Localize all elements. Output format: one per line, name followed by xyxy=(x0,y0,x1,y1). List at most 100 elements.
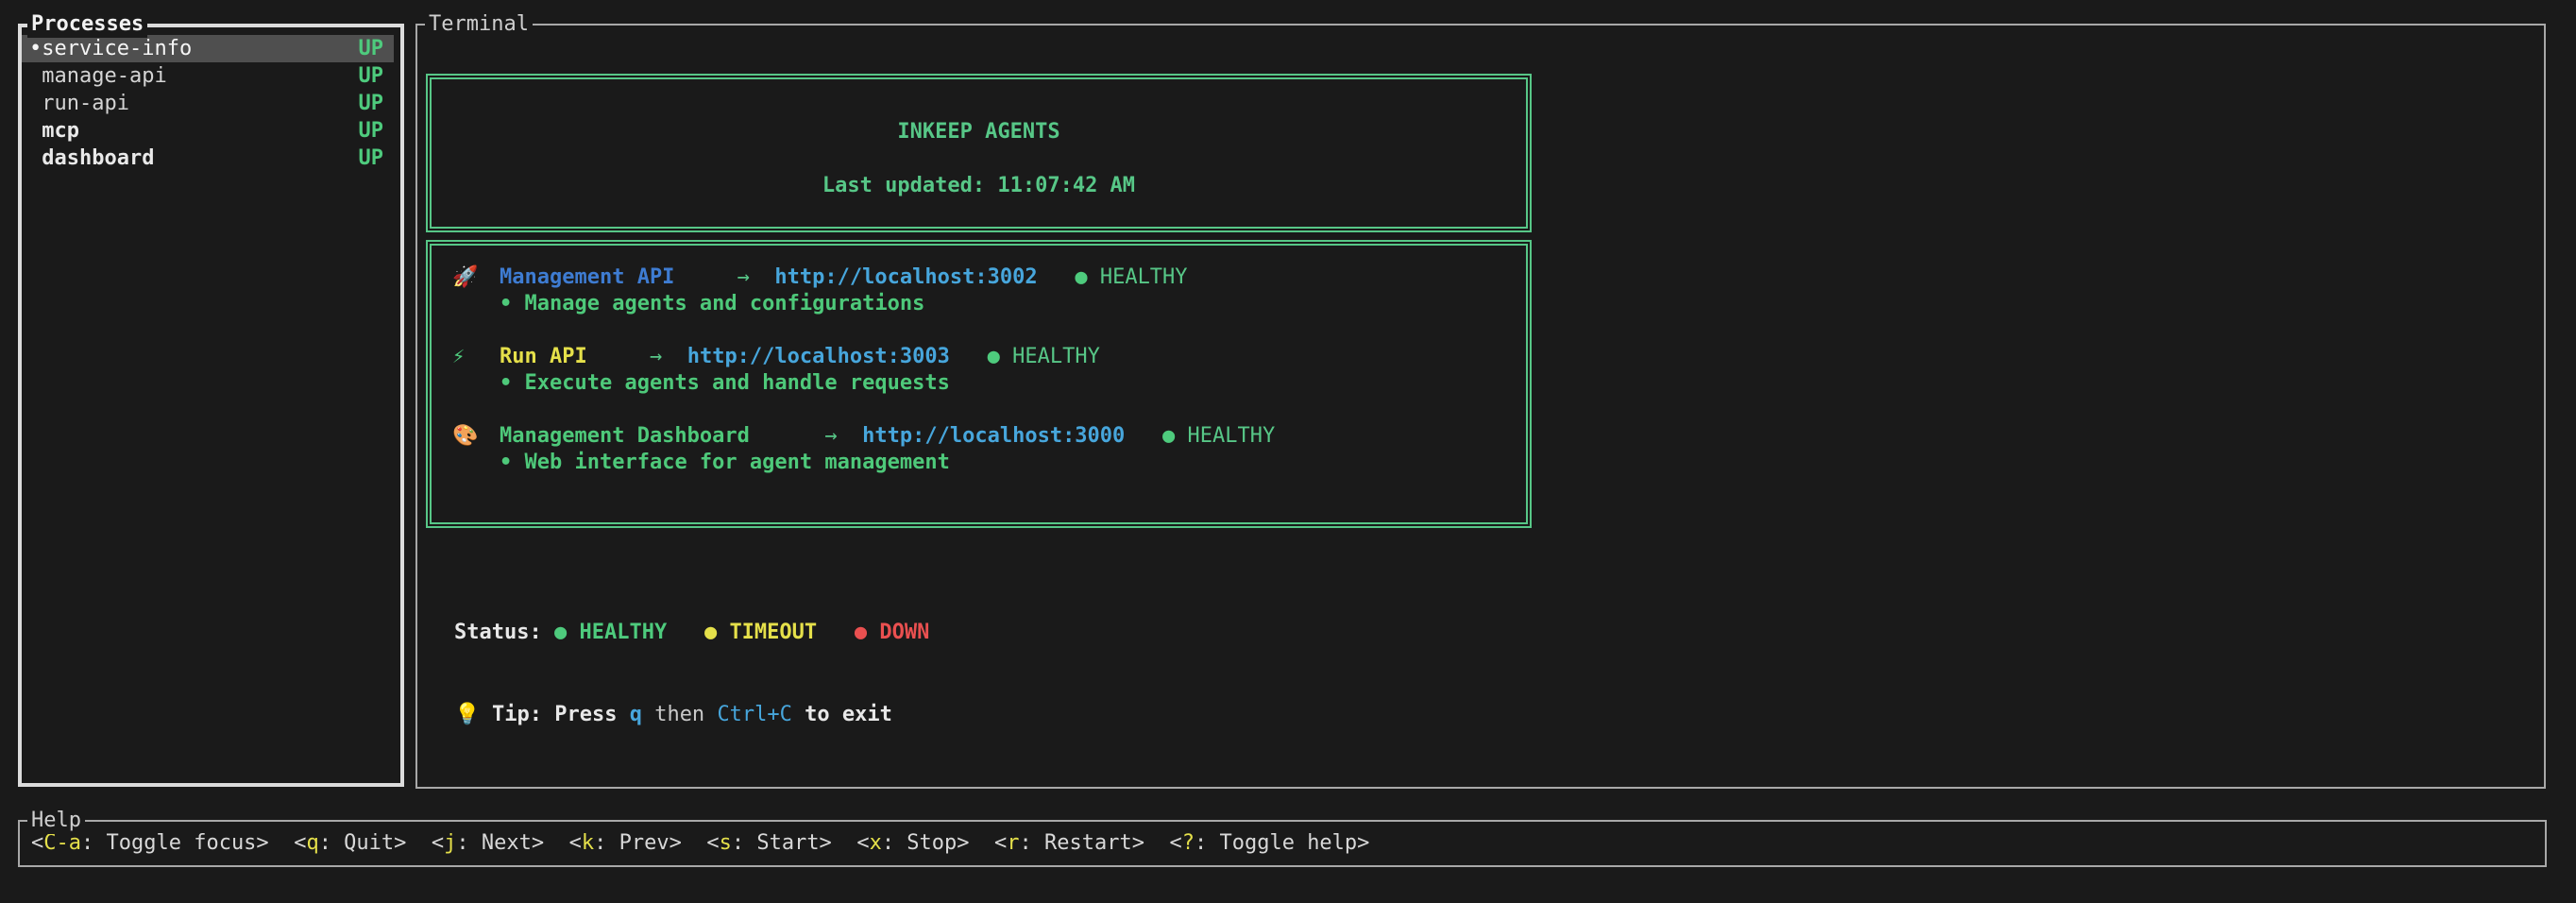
healthy-dot-icon: ● xyxy=(1075,265,1087,289)
help-shortcut-k: <k: Prev> xyxy=(569,831,682,855)
process-row-mcp[interactable]: mcpUP xyxy=(22,117,400,145)
bracket: < xyxy=(294,831,306,855)
process-name: dashboard xyxy=(29,145,154,172)
shortcut-key: k xyxy=(582,831,594,855)
help-shortcut-q: <q: Quit> xyxy=(294,831,406,855)
shortcut-label: : Stop> xyxy=(882,831,970,855)
arrow-right-icon: → xyxy=(650,345,662,368)
pad xyxy=(674,265,737,289)
process-name: mcp xyxy=(29,117,79,145)
shortcut-label: : Start> xyxy=(732,831,832,855)
marker-space xyxy=(29,119,42,143)
legend-timeout: ● TIMEOUT xyxy=(704,621,817,644)
processes-panel: Processes •service-infoUP manage-apiUP r… xyxy=(18,24,404,787)
process-row-run-api[interactable]: run-apiUP xyxy=(22,90,400,117)
terminal-panel: Terminal INKEEP AGENTS Last updated: 11:… xyxy=(415,24,2546,789)
service-row-management-api: 🚀Management API → http://localhost:3002 … xyxy=(452,264,1530,291)
status-legend: Status: ● HEALTHY ● TIMEOUT ● DOWN xyxy=(454,619,929,646)
process-name: •service-info xyxy=(29,35,192,62)
pad xyxy=(662,345,687,368)
shortcut-key: ? xyxy=(1182,831,1195,855)
service-description-text: Web interface for agent management xyxy=(525,451,950,474)
shortcut-key: q xyxy=(306,831,318,855)
service-name: Management API xyxy=(500,265,674,289)
service-url[interactable]: http://localhost:3003 xyxy=(687,345,950,368)
pad xyxy=(269,831,295,855)
healthy-dot-icon: ● xyxy=(1162,424,1175,448)
pad xyxy=(544,831,569,855)
help-shortcut-r: <r: Restart> xyxy=(994,831,1144,855)
shortcut-key: C-a xyxy=(43,831,81,855)
shortcut-key: s xyxy=(720,831,732,855)
shortcut-key: x xyxy=(870,831,882,855)
pad xyxy=(838,424,863,448)
legend-healthy: ● HEALTHY xyxy=(554,621,667,644)
pad xyxy=(587,345,650,368)
process-status-badge: UP xyxy=(359,35,384,62)
arrow-right-icon: → xyxy=(737,265,750,289)
shortcut-label: : Toggle help> xyxy=(1195,831,1369,855)
header-box: INKEEP AGENTS Last updated: 11:07:42 AM xyxy=(426,74,1532,232)
marker-space xyxy=(29,92,42,115)
service-status: HEALTHY xyxy=(1012,345,1100,368)
legend-down: ● DOWN xyxy=(855,621,929,644)
bullet-icon: • xyxy=(500,451,525,474)
service-description: • Manage agents and configurations xyxy=(500,291,1530,317)
tip-text-segment: q xyxy=(630,703,642,726)
process-name-label: dashboard xyxy=(42,146,154,170)
bracket: < xyxy=(706,831,719,855)
bracket: < xyxy=(569,831,582,855)
bracket: < xyxy=(994,831,1007,855)
process-name: manage-api xyxy=(29,62,167,90)
selected-marker-icon: • xyxy=(29,37,42,60)
help-shortcut-x: <x: Stop> xyxy=(856,831,969,855)
process-row-manage-api[interactable]: manage-apiUP xyxy=(22,62,400,90)
pad xyxy=(1000,345,1012,368)
process-row-service-info[interactable]: •service-info UP xyxy=(22,35,394,62)
tip-line: 💡Tip: Press q then Ctrl+C to exit xyxy=(454,701,929,728)
help-panel-title: Help xyxy=(27,808,85,834)
process-status-badge: UP xyxy=(359,145,384,172)
pad xyxy=(832,831,857,855)
pad xyxy=(817,621,855,644)
spacer xyxy=(452,397,1530,423)
pad xyxy=(970,831,995,855)
last-updated: Last updated: 11:07:42 AM xyxy=(428,173,1530,199)
spacer xyxy=(452,317,1530,344)
help-shortcut-j: <j: Next> xyxy=(432,831,544,855)
process-row-dashboard[interactable]: dashboard UP xyxy=(22,145,400,172)
pad xyxy=(542,621,554,644)
process-name-label: service-info xyxy=(42,37,192,60)
pad xyxy=(1144,831,1170,855)
pad xyxy=(406,831,432,855)
bullet-icon: • xyxy=(500,371,525,395)
help-panel: Help <C-a: Toggle focus> <q: Quit> <j: N… xyxy=(18,820,2547,867)
palette-icon: 🎨 xyxy=(452,423,500,450)
pad xyxy=(950,345,988,368)
pad xyxy=(1088,265,1100,289)
pad xyxy=(1125,424,1162,448)
bracket: < xyxy=(1169,831,1181,855)
service-url[interactable]: http://localhost:3000 xyxy=(862,424,1125,448)
bracket: < xyxy=(856,831,869,855)
service-description: • Execute agents and handle requests xyxy=(500,370,1530,397)
service-name: Management Dashboard xyxy=(500,424,750,448)
shortcut-label: : Quit> xyxy=(319,831,407,855)
service-description-text: Execute agents and handle requests xyxy=(525,371,950,395)
services-box: 🚀Management API → http://localhost:3002 … xyxy=(426,240,1532,528)
terminal-panel-title: Terminal xyxy=(425,11,533,38)
marker-space xyxy=(29,146,42,170)
service-name: Run API xyxy=(500,345,587,368)
app-title: INKEEP AGENTS xyxy=(428,119,1530,145)
pad xyxy=(1175,424,1187,448)
tip-text-segment: Ctrl+C xyxy=(717,703,791,726)
legend-text: DOWN xyxy=(879,621,929,644)
process-name-label: mcp xyxy=(42,119,79,143)
tip-text-segment: to exit xyxy=(792,703,892,726)
service-url[interactable]: http://localhost:3002 xyxy=(774,265,1037,289)
bracket: < xyxy=(31,831,43,855)
service-status: HEALTHY xyxy=(1100,265,1188,289)
arrow-right-icon: → xyxy=(824,424,837,448)
header-box-inner-border xyxy=(430,77,1528,229)
service-list: 🚀Management API → http://localhost:3002 … xyxy=(428,242,1530,476)
